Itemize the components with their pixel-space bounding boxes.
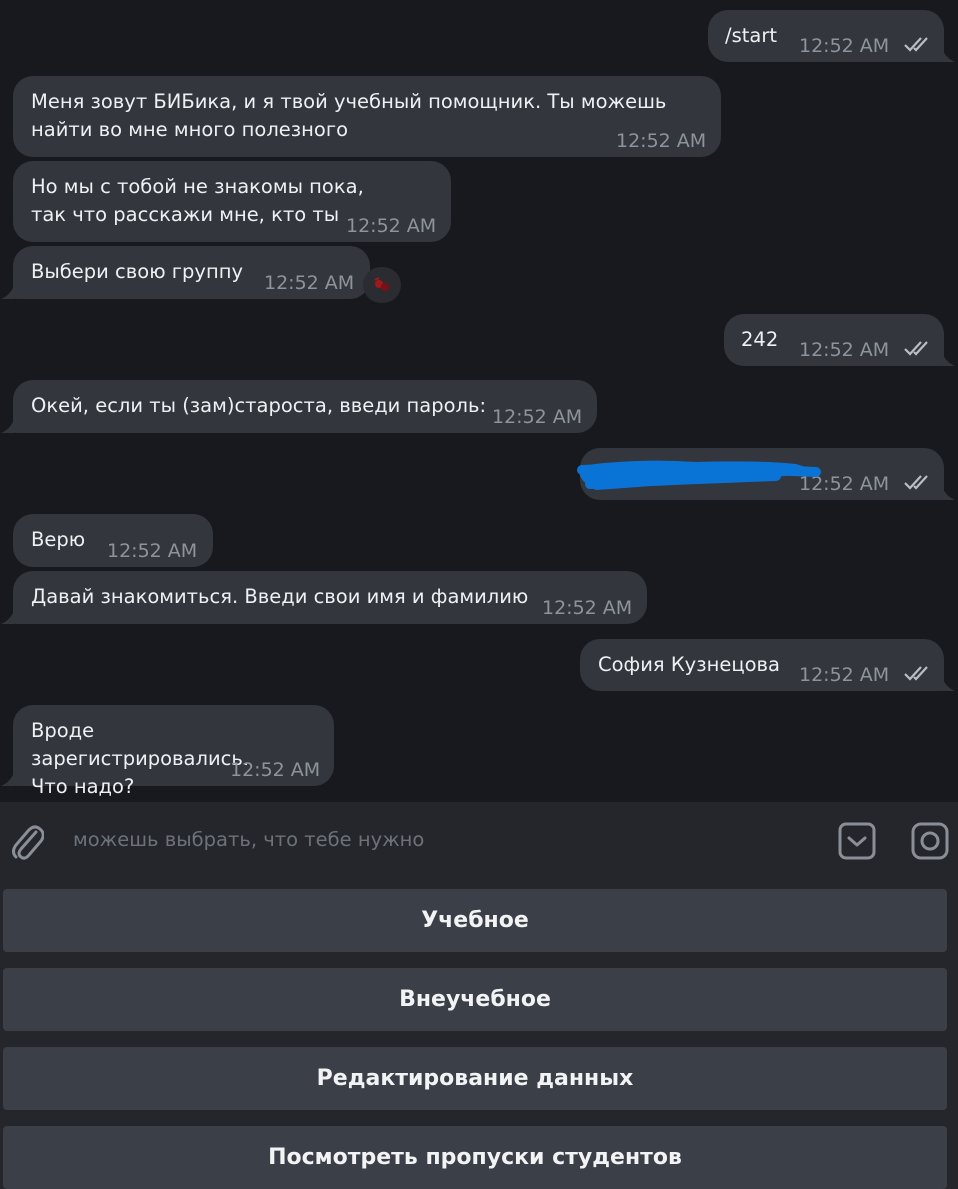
bubble-tail [941, 484, 955, 500]
telegram-chat-window: /start 12:52 AM Меня зовут БИБика, и я т… [0, 0, 958, 1189]
reaction-badge[interactable] [363, 267, 401, 303]
reaction-icon [374, 277, 389, 291]
paperclip-icon[interactable] [10, 822, 44, 862]
bubble-tail [941, 350, 955, 366]
read-checkmarks-icon [904, 666, 928, 681]
message-time: 12:52 AM [230, 759, 321, 781]
message-incoming[interactable]: Выбери свою группу 12:52 AM [13, 246, 370, 299]
bubble-tail [1, 417, 15, 433]
message-text: София Кузнецова [598, 653, 780, 676]
bot-reply-keyboard: Учебное Внеучебное Редактирование данных… [0, 882, 958, 1189]
message-outgoing[interactable]: София Кузнецова 12:52 AM [580, 639, 944, 691]
message-text: Но мы с тобой не знакомы пока, так что р… [31, 175, 364, 226]
read-checkmarks-icon [904, 341, 928, 356]
camera-icon[interactable] [911, 822, 949, 860]
message-time: 12:52 AM [264, 272, 355, 294]
redaction-scribble [577, 460, 822, 490]
keyboard-button-view-absences[interactable]: Посмотреть пропуски студентов [3, 1126, 947, 1189]
message-outgoing[interactable]: 242 12:52 AM [724, 314, 944, 366]
message-incoming[interactable]: Меня зовут БИБика, и я твой учебный помо… [13, 76, 721, 157]
message-composer: можешь выбрать, что тебе нужно [0, 802, 958, 882]
message-incoming[interactable]: Окей, если ты (зам)староста, введи парол… [13, 380, 597, 433]
message-time: 12:52 AM [107, 540, 198, 562]
message-time: 12:52 AM [799, 339, 890, 361]
bubble-tail [1, 283, 15, 299]
message-time: 12:52 AM [616, 130, 707, 152]
keyboard-button-edit-data[interactable]: Редактирование данных [3, 1047, 947, 1110]
message-text: Верю [31, 528, 86, 551]
message-text: Вроде зарегистрировались. Что надо? [31, 719, 250, 798]
message-time: 12:52 AM [492, 406, 583, 428]
message-input[interactable]: можешь выбрать, что тебе нужно [73, 828, 424, 851]
message-incoming[interactable]: Давай знакомиться. Введи свои имя и фами… [13, 571, 647, 624]
message-text: 242 [741, 328, 779, 351]
message-time: 12:52 AM [799, 664, 890, 686]
message-list[interactable]: /start 12:52 AM Меня зовут БИБика, и я т… [0, 0, 958, 802]
bot-keyboard-icon[interactable] [838, 822, 876, 860]
message-text: /start [725, 24, 777, 47]
message-time: 12:52 AM [346, 215, 437, 237]
message-incoming[interactable]: Вроде зарегистрировались. Что надо? 12:5… [13, 705, 334, 798]
bubble-tail [941, 675, 955, 691]
read-checkmarks-icon [904, 475, 928, 490]
bubble-tail [941, 46, 955, 62]
keyboard-button-extracurricular[interactable]: Внеучебное [3, 968, 947, 1031]
bubble-tail [1, 770, 15, 786]
message-incoming[interactable]: Но мы с тобой не знакомы пока, так что р… [13, 161, 451, 242]
message-time: 12:52 AM [542, 597, 633, 619]
message-text: Выбери свою группу [31, 260, 244, 283]
message-text: Давай знакомиться. Введи свои имя и фами… [31, 585, 529, 608]
keyboard-button-study[interactable]: Учебное [3, 889, 947, 952]
message-outgoing[interactable]: /start 12:52 AM [708, 10, 944, 62]
bubble-tail [1, 608, 15, 624]
message-text: Окей, если ты (зам)староста, введи парол… [31, 394, 487, 417]
message-text: Меня зовут БИБика, и я твой учебный помо… [31, 90, 667, 141]
read-checkmarks-icon [904, 37, 928, 52]
message-time: 12:52 AM [799, 35, 890, 57]
message-incoming[interactable]: Верю 12:52 AM [13, 514, 213, 567]
